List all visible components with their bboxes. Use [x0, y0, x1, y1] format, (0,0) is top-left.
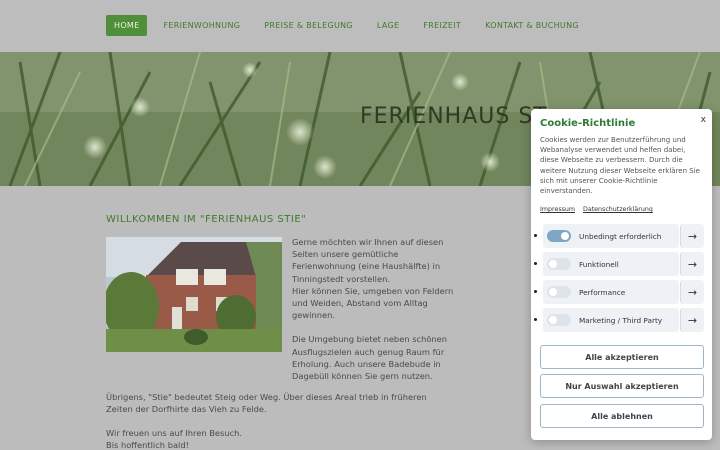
greeting-line-1: Wir freuen uns auf Ihren Besuch. [106, 428, 243, 438]
accept-all-button[interactable]: Alle akzeptieren [540, 345, 704, 369]
bullet-icon [534, 234, 537, 237]
cookie-option-body: Unbedingt erforderlich [543, 224, 679, 248]
nav-item-kontakt-buchung[interactable]: Kontakt & Buchung [477, 15, 587, 36]
welcome-heading: Willkommen im "Ferienhaus Stie" [106, 214, 307, 225]
cookie-option-marketing: Marketing / Third Party → [534, 308, 705, 332]
bullet-icon [534, 318, 537, 321]
cookie-option-body: Performance [543, 280, 679, 304]
main-navigation: Home Ferienwohnung Preise & Belegung Lag… [106, 15, 595, 36]
nav-item-lage[interactable]: Lage [369, 15, 407, 36]
datenschutz-link[interactable]: Datenschutzerklärung [583, 206, 653, 213]
arrow-right-icon[interactable]: → [680, 308, 704, 332]
greeting-line-2: Bis hoffentlich bald! [106, 440, 189, 450]
intro-text: Gerne möchten wir Ihnen auf diesen Seite… [292, 237, 444, 284]
cookie-option-necessary: Unbedingt erforderlich → [534, 224, 705, 248]
surroundings-text: Die Umgebung bietet neben schönen Ausflu… [292, 334, 448, 382]
hero-title: Ferienhaus St [360, 104, 548, 129]
cookie-option-performance: Performance → [534, 280, 705, 304]
cookie-option-body: Marketing / Third Party [543, 308, 679, 332]
bullet-icon [534, 262, 537, 265]
stie-meaning-text: Übrigens, "Stie" bedeutet Steig oder Weg… [106, 392, 427, 415]
cookie-option-label: Unbedingt erforderlich [579, 231, 662, 241]
fields-text: Hier können Sie, umgeben von Feldern und… [292, 285, 454, 321]
performance-toggle[interactable] [547, 286, 571, 298]
close-icon[interactable]: x [701, 115, 706, 125]
cookie-option-functional: Funktionell → [534, 252, 705, 276]
reject-all-button[interactable]: Alle ablehnen [540, 404, 704, 428]
marketing-toggle[interactable] [547, 314, 571, 326]
cookie-links: Impressum Datenschutzerklärung [540, 206, 653, 213]
cookie-option-label: Funktionell [579, 259, 619, 269]
necessary-toggle[interactable] [547, 230, 571, 242]
cookie-dialog: x Cookie-Richtlinie Cookies werden zur B… [531, 109, 712, 440]
cookie-option-body: Funktionell [543, 252, 679, 276]
accept-selection-button[interactable]: Nur Auswahl akzeptieren [540, 374, 704, 398]
nav-item-home[interactable]: Home [106, 15, 148, 36]
cookie-description: Cookies werden zur Benutzerführung und W… [540, 136, 700, 196]
functional-toggle[interactable] [547, 258, 571, 270]
impressum-link[interactable]: Impressum [540, 206, 575, 213]
nav-item-ferienwohnung[interactable]: Ferienwohnung [155, 15, 248, 36]
cookie-option-label: Performance [579, 287, 626, 297]
arrow-right-icon[interactable]: → [680, 224, 704, 248]
cookie-title: Cookie-Richtlinie [540, 118, 636, 129]
nav-item-preise-belegung[interactable]: Preise & Belegung [256, 15, 361, 36]
top-bar: Home Ferienwohnung Preise & Belegung Lag… [0, 0, 720, 52]
arrow-right-icon[interactable]: → [680, 280, 704, 304]
nav-item-freizeit[interactable]: Freizeit [415, 15, 469, 36]
intro-paragraph: Gerne möchten wir Ihnen auf diesen Seite… [292, 236, 457, 382]
house-photo [106, 237, 282, 352]
bullet-icon [534, 290, 537, 293]
cookie-option-label: Marketing / Third Party [579, 315, 663, 325]
arrow-right-icon[interactable]: → [680, 252, 704, 276]
